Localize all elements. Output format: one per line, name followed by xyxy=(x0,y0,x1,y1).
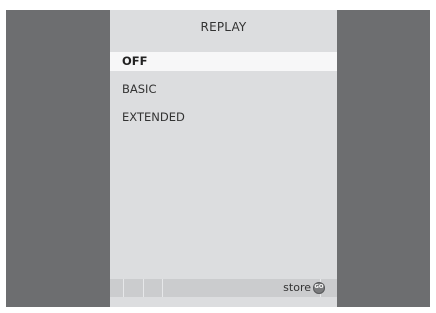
store-label: store xyxy=(283,281,311,294)
menu-item-basic[interactable]: BASIC xyxy=(110,80,337,99)
replay-options-list: OFF BASIC EXTENDED xyxy=(110,52,337,136)
footer-bar: store GO xyxy=(110,279,337,297)
go-button-icon[interactable]: GO xyxy=(313,282,325,294)
footer-divider xyxy=(123,279,124,297)
go-button-label: GO xyxy=(314,284,324,291)
menu-title: REPLAY xyxy=(200,20,247,34)
menu-item-off[interactable]: OFF xyxy=(110,52,337,71)
footer-divider xyxy=(162,279,163,297)
menu-item-extended[interactable]: EXTENDED xyxy=(110,108,337,127)
replay-menu-panel: REPLAY OFF BASIC EXTENDED store GO xyxy=(110,10,337,307)
footer-divider xyxy=(143,279,144,297)
